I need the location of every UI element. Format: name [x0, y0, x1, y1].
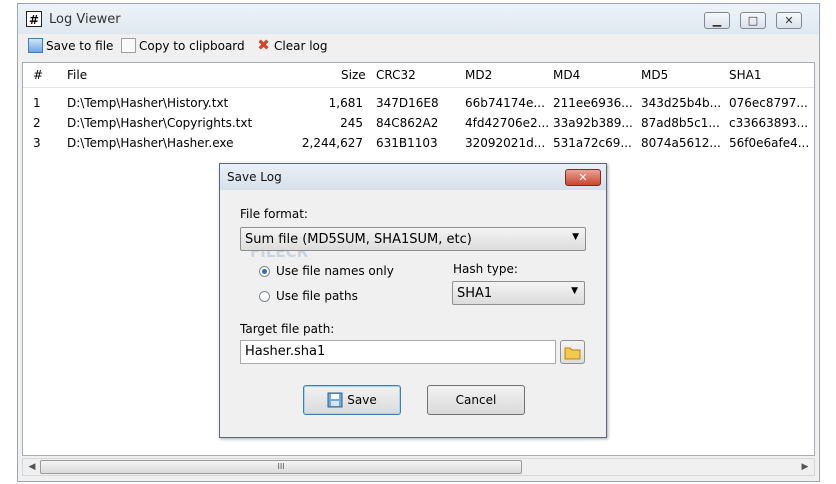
save-button[interactable]: Save: [303, 385, 401, 415]
file-format-label: File format:: [240, 207, 308, 221]
copy-icon: [121, 38, 136, 53]
cell-md4: 531a72c69...: [553, 136, 632, 150]
copy-to-clipboard-label: Copy to clipboard: [139, 38, 245, 53]
radio-names-only-label: Use file names only: [276, 264, 394, 278]
radio-selected-icon: [259, 265, 270, 277]
copy-to-clipboard-button[interactable]: Copy to clipboard: [121, 38, 245, 53]
cell-num: 1: [33, 96, 41, 110]
hash-type-label: Hash type:: [453, 262, 518, 276]
table-row[interactable]: 1 D:\Temp\Hasher\History.txt 1,681 347D1…: [23, 96, 814, 113]
target-path-input[interactable]: Hasher.sha1: [240, 340, 556, 364]
cell-sha1: 076ec8797...: [729, 96, 808, 110]
cell-crc32: 84C862A2: [376, 116, 439, 130]
folder-icon: [564, 347, 581, 360]
radio-file-paths-label: Use file paths: [276, 289, 358, 303]
cell-md4: 211ee6936...: [553, 96, 633, 110]
cell-sha1: c33663893...: [729, 116, 809, 130]
minimize-button[interactable]: ▁: [704, 12, 730, 29]
toolbar: Save to file Copy to clipboard ✖ Clear l…: [18, 34, 819, 60]
header-md5[interactable]: MD5: [641, 68, 668, 82]
header-num[interactable]: #: [33, 68, 43, 82]
radio-use-file-paths[interactable]: Use file paths: [259, 289, 358, 303]
header-file[interactable]: File: [67, 68, 87, 82]
app-hash-icon: #: [26, 11, 42, 27]
save-icon: [28, 38, 43, 53]
scroll-left-arrow-icon[interactable]: ◀: [24, 460, 40, 474]
clear-log-button[interactable]: ✖ Clear log: [256, 36, 328, 54]
dialog-close-button[interactable]: ✕: [565, 169, 601, 186]
table-row[interactable]: 3 D:\Temp\Hasher\Hasher.exe 2,244,627 63…: [23, 136, 814, 153]
target-path-label: Target file path:: [240, 322, 335, 336]
header-md2[interactable]: MD2: [465, 68, 492, 82]
title-bar[interactable]: # Log Viewer ▁ □ ✕: [18, 4, 819, 34]
save-button-label: Save: [347, 393, 377, 407]
horizontal-scrollbar[interactable]: ◀ III ▶: [22, 458, 815, 476]
table-row[interactable]: 2 D:\Temp\Hasher\Copyrights.txt 245 84C8…: [23, 116, 814, 133]
cell-md5: 8074a5612...: [641, 136, 721, 150]
floppy-disk-icon: [327, 392, 343, 408]
save-to-file-label: Save to file: [46, 38, 114, 53]
clear-x-icon: ✖: [257, 36, 270, 54]
chevron-down-icon: ▼: [572, 232, 579, 242]
radio-use-file-names-only[interactable]: Use file names only: [259, 264, 394, 278]
chevron-down-icon: ▼: [571, 286, 578, 296]
cancel-button[interactable]: Cancel: [427, 385, 525, 415]
header-sha1[interactable]: SHA1: [729, 68, 761, 82]
cell-md5: 87ad8b5c1...: [641, 116, 720, 130]
cell-md2: 4fd42706e2...: [465, 116, 550, 130]
cell-num: 3: [33, 136, 41, 150]
cell-file: D:\Temp\Hasher\History.txt: [67, 96, 229, 110]
window-title: Log Viewer: [49, 12, 121, 27]
scrollbar-thumb[interactable]: III: [40, 460, 522, 474]
cell-file: D:\Temp\Hasher\Copyrights.txt: [67, 116, 253, 130]
cell-size: 1,681: [328, 96, 363, 110]
dialog-title: Save Log: [227, 170, 282, 184]
save-to-file-button[interactable]: Save to file: [28, 38, 113, 53]
cell-crc32: 347D16E8: [376, 96, 439, 110]
cell-file: D:\Temp\Hasher\Hasher.exe: [67, 136, 234, 150]
cancel-button-label: Cancel: [455, 393, 497, 407]
cell-md4: 33a92b389...: [553, 116, 633, 130]
close-button[interactable]: ✕: [776, 12, 802, 29]
cell-num: 2: [33, 116, 41, 130]
cell-md5: 343d25b4b...: [641, 96, 722, 110]
header-crc32[interactable]: CRC32: [376, 68, 416, 82]
header-size[interactable]: Size: [341, 68, 366, 82]
cell-sha1: 56f0e6afe4...: [729, 136, 810, 150]
browse-folder-button[interactable]: [560, 340, 585, 364]
header-md4[interactable]: MD4: [553, 68, 580, 82]
cell-crc32: 631B1103: [376, 136, 438, 150]
cell-md2: 66b74174e...: [465, 96, 545, 110]
file-format-select[interactable]: Sum file (MD5SUM, SHA1SUM, etc) ▼: [240, 227, 586, 251]
file-format-value: Sum file (MD5SUM, SHA1SUM, etc): [245, 232, 472, 247]
list-header: # File Size CRC32 MD2 MD4 MD5 SHA1: [23, 63, 814, 88]
dialog-title-bar[interactable]: Save Log ✕: [220, 164, 606, 190]
hash-type-value: SHA1: [457, 286, 493, 301]
scroll-right-arrow-icon[interactable]: ▶: [797, 460, 813, 474]
cell-size: 2,244,627: [301, 136, 363, 150]
cell-md2: 32092021d...: [465, 136, 546, 150]
radio-unselected-icon: [259, 290, 270, 302]
clear-log-label: Clear log: [274, 38, 328, 53]
maximize-button[interactable]: □: [740, 12, 766, 29]
hash-type-select[interactable]: SHA1 ▼: [452, 281, 585, 305]
cell-size: 245: [340, 116, 363, 130]
